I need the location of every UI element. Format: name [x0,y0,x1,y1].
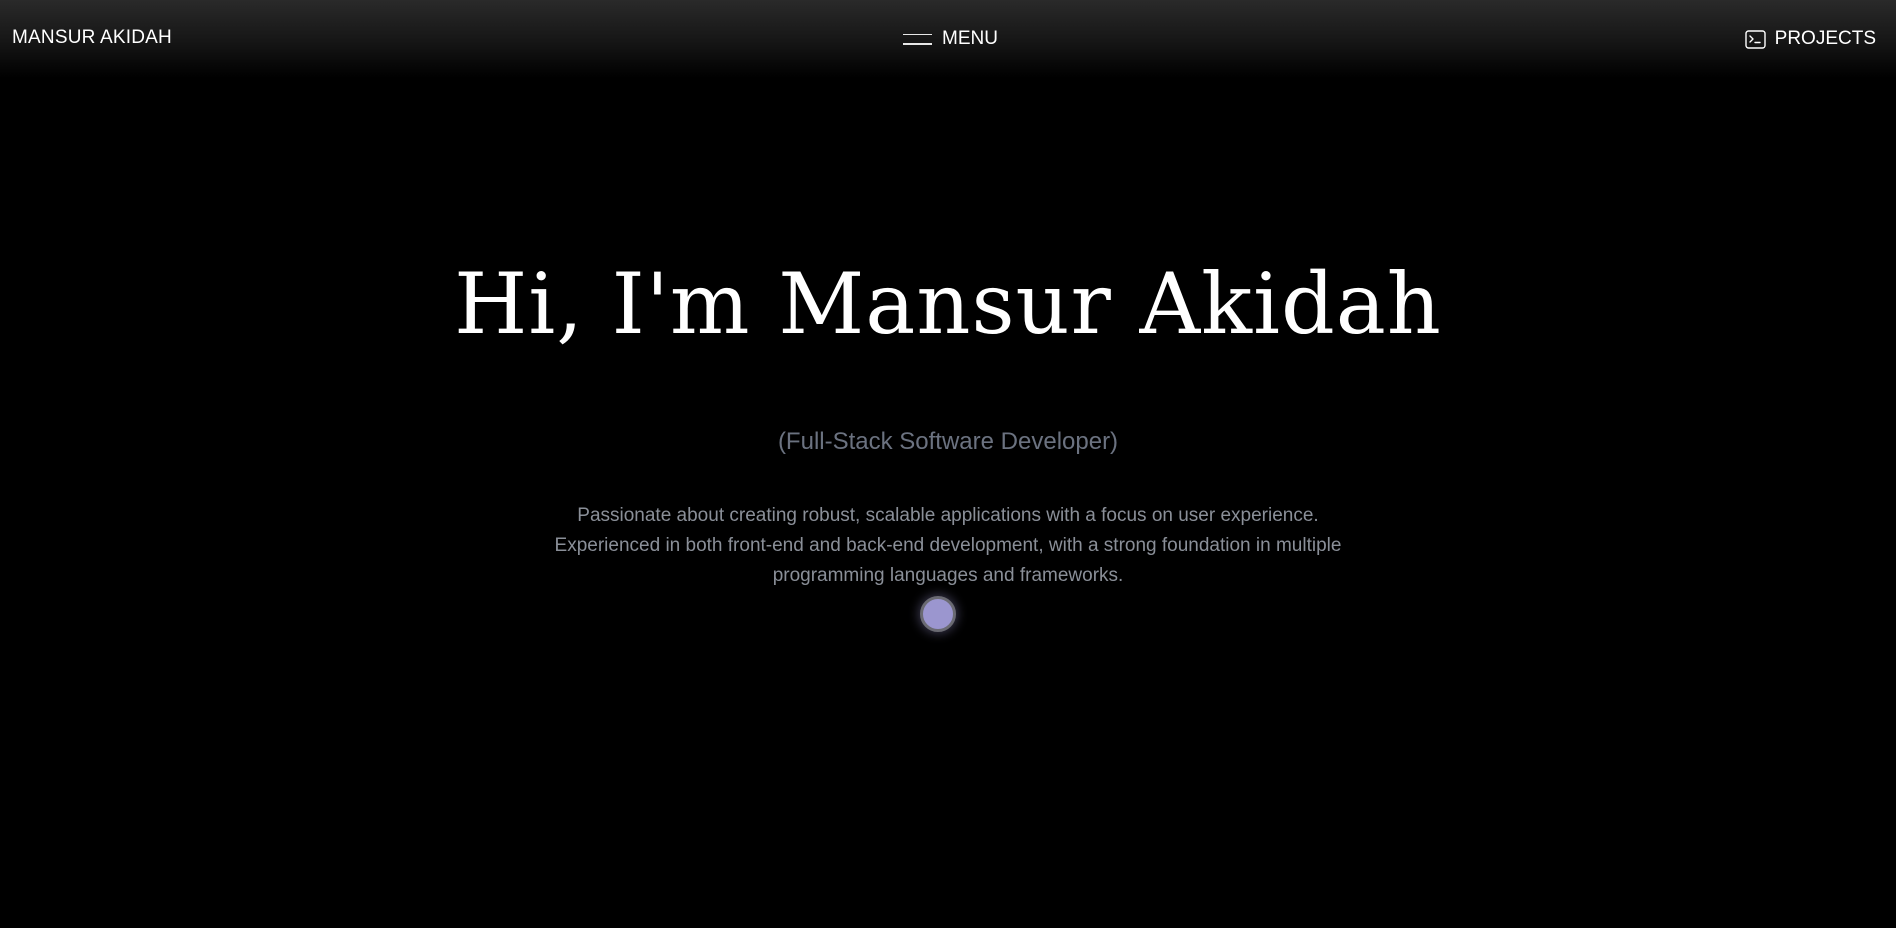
hero-description-line: Passionate about creating robust, scalab… [577,505,1319,526]
terminal-icon [1744,29,1766,49]
hero-description-line: Experienced in both front-end and back-e… [554,535,1342,556]
hero-subtitle: (Full-Stack Software Developer) [777,428,1119,455]
top-navigation-bar: MANSUR AKIDAH MENU PROJECTS [0,0,1896,78]
hero-description-line: programming languages and frameworks. [772,565,1124,586]
menu-label: MENU [942,28,998,49]
projects-label: PROJECTS [1774,28,1876,49]
projects-button[interactable]: PROJECTS [1744,27,1876,51]
hero-title: Hi, I'm Mansur Akidah [454,255,1442,353]
menu-button[interactable]: MENU [903,27,998,51]
custom-cursor [920,596,956,632]
hero-description: Passionate about creating robust, scalab… [548,501,1348,591]
hamburger-icon [903,33,932,45]
brand-link[interactable]: MANSUR AKIDAH [12,27,172,49]
